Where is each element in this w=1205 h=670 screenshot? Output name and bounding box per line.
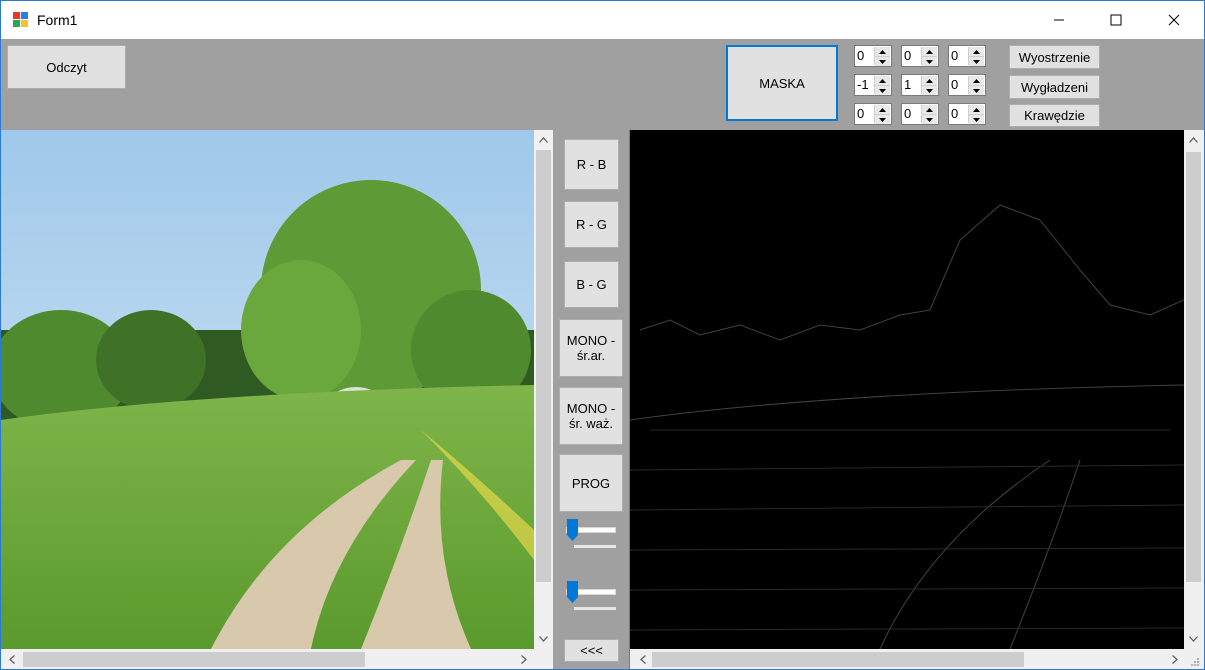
mask-cell-value: 0	[904, 48, 912, 63]
mask-cell-value: 0	[951, 77, 959, 92]
scroll-down-icon[interactable]	[1185, 630, 1202, 647]
threshold-button[interactable]: PROG	[559, 454, 623, 512]
scroll-thumb[interactable]	[23, 652, 365, 667]
threshold-slider-2[interactable]	[562, 579, 620, 615]
form-client-area: Odczyt MASKA 0 0 0 -1 1 0 0 0 0 Wyostrze…	[1, 39, 1204, 669]
spin-down-icon[interactable]	[922, 57, 937, 66]
mask-cell-value: 0	[951, 106, 959, 121]
spin-down-icon[interactable]	[969, 57, 984, 66]
scroll-right-icon[interactable]	[515, 651, 532, 668]
spin-buttons[interactable]	[968, 47, 984, 66]
scroll-right-icon[interactable]	[1166, 651, 1183, 668]
title-bar: Form1	[1, 1, 1204, 39]
slider-ticks	[574, 607, 616, 610]
spin-buttons[interactable]	[968, 105, 984, 124]
b-g-button[interactable]: B - G	[564, 261, 619, 308]
result-vertical-scrollbar[interactable]	[1184, 130, 1204, 649]
source-image	[1, 130, 534, 649]
scroll-thumb[interactable]	[536, 150, 551, 582]
mask-cell-1-1[interactable]: 0	[854, 45, 892, 67]
mask-cell-3-2[interactable]: 0	[901, 103, 939, 125]
spin-buttons[interactable]	[921, 76, 937, 95]
result-image	[630, 130, 1184, 649]
source-vertical-scrollbar[interactable]	[534, 130, 553, 649]
slider-thumb-icon[interactable]	[567, 581, 578, 603]
spin-down-icon[interactable]	[875, 57, 890, 66]
threshold-slider-1[interactable]	[562, 517, 620, 553]
mask-cell-3-3[interactable]: 0	[948, 103, 986, 125]
app-icon	[13, 12, 28, 27]
spin-down-icon[interactable]	[969, 115, 984, 124]
copy-back-button[interactable]: <<<	[564, 639, 619, 662]
mask-cell-value: 0	[904, 106, 912, 121]
scroll-left-icon[interactable]	[634, 651, 651, 668]
spin-up-icon[interactable]	[969, 47, 984, 57]
mono-weighted-line1: MONO -	[566, 401, 616, 416]
slider-thumb-icon[interactable]	[567, 519, 578, 541]
spin-up-icon[interactable]	[875, 47, 890, 57]
maximize-button[interactable]	[1088, 1, 1144, 39]
spin-up-icon[interactable]	[969, 105, 984, 115]
spin-buttons[interactable]	[921, 47, 937, 66]
mask-cell-value: 0	[857, 48, 865, 63]
mono-average-line1: MONO -	[566, 333, 616, 348]
spin-down-icon[interactable]	[922, 86, 937, 95]
spin-up-icon[interactable]	[969, 76, 984, 86]
scroll-thumb[interactable]	[1186, 152, 1201, 582]
scroll-left-icon[interactable]	[3, 651, 20, 668]
mask-cell-1-2[interactable]: 0	[901, 45, 939, 67]
scroll-up-icon[interactable]	[1185, 131, 1202, 148]
spin-buttons[interactable]	[874, 76, 890, 95]
spin-down-icon[interactable]	[875, 115, 890, 124]
spin-up-icon[interactable]	[922, 76, 937, 86]
spin-down-icon[interactable]	[969, 86, 984, 95]
resize-grip-icon[interactable]	[1190, 657, 1200, 667]
sharpen-button[interactable]: Wyostrzenie	[1009, 45, 1100, 69]
result-horizontal-scrollbar[interactable]	[630, 649, 1204, 669]
spin-up-icon[interactable]	[922, 105, 937, 115]
minimize-button[interactable]	[1031, 1, 1087, 39]
read-button[interactable]: Odczyt	[7, 45, 126, 89]
spin-up-icon[interactable]	[922, 47, 937, 57]
mask-button[interactable]: MASKA	[726, 45, 838, 121]
spin-buttons[interactable]	[874, 105, 890, 124]
spin-buttons[interactable]	[874, 47, 890, 66]
close-button[interactable]	[1146, 1, 1202, 39]
mask-cell-2-3[interactable]: 0	[948, 74, 986, 96]
mono-average-button[interactable]: MONO - śr.ar.	[559, 319, 623, 377]
spin-down-icon[interactable]	[875, 86, 890, 95]
smooth-button[interactable]: Wygładzeni	[1009, 75, 1100, 99]
mask-cell-value: 1	[904, 77, 912, 92]
source-image-panel	[1, 130, 553, 669]
spin-buttons[interactable]	[968, 76, 984, 95]
mask-cell-value: 0	[857, 106, 865, 121]
mask-cell-2-2[interactable]: 1	[901, 74, 939, 96]
mono-weighted-line2: śr. waż.	[568, 416, 614, 431]
spin-up-icon[interactable]	[875, 76, 890, 86]
spin-up-icon[interactable]	[875, 105, 890, 115]
source-horizontal-scrollbar[interactable]	[1, 649, 553, 669]
window-title: Form1	[37, 12, 78, 28]
r-b-button[interactable]: R - B	[564, 139, 619, 190]
scroll-up-icon[interactable]	[535, 131, 552, 148]
mask-cell-1-3[interactable]: 0	[948, 45, 986, 67]
result-image-panel	[629, 130, 1204, 669]
mono-weighted-button[interactable]: MONO - śr. waż.	[559, 387, 623, 445]
close-icon	[1168, 14, 1180, 26]
minimize-icon	[1054, 19, 1064, 21]
main-window: Form1 Odczyt MASKA 0 0 0 -1 1 0 0 0 0 Wy…	[0, 0, 1205, 670]
mask-cell-2-1[interactable]: -1	[854, 74, 892, 96]
mono-average-line2: śr.ar.	[576, 348, 606, 363]
mask-cell-value: 0	[951, 48, 959, 63]
slider-ticks	[574, 545, 616, 548]
scroll-down-icon[interactable]	[535, 630, 552, 647]
mask-cell-3-1[interactable]: 0	[854, 103, 892, 125]
mask-cell-value: -1	[857, 77, 869, 92]
r-g-button[interactable]: R - G	[564, 201, 619, 248]
edges-button[interactable]: Krawędzie	[1009, 104, 1100, 127]
spin-down-icon[interactable]	[922, 115, 937, 124]
maximize-icon	[1110, 14, 1122, 26]
scroll-thumb[interactable]	[652, 652, 1024, 667]
spin-buttons[interactable]	[921, 105, 937, 124]
